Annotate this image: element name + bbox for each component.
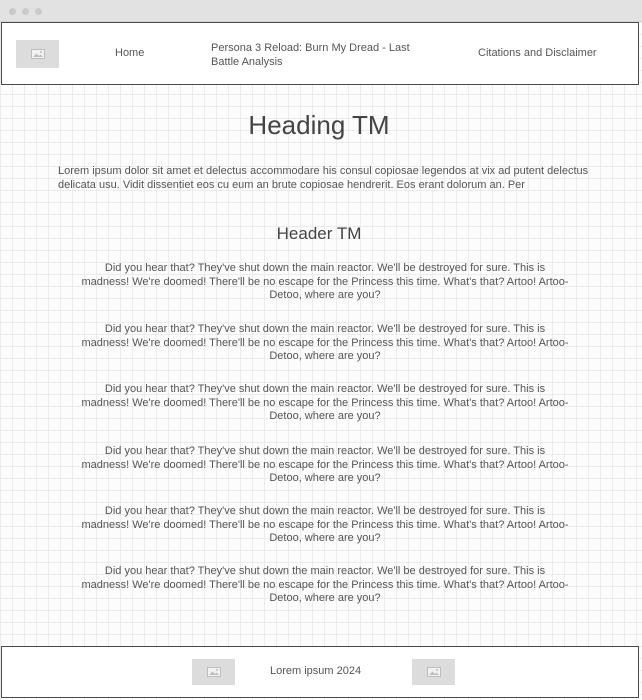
window-titlebar (0, 0, 642, 22)
image-placeholder-icon-glyph (30, 49, 45, 59)
body-paragraph: Did you hear that? They've shut down the… (81, 323, 569, 362)
body-paragraph: Did you hear that? They've shut down the… (81, 383, 569, 422)
nav-home-link[interactable]: Home (115, 47, 144, 59)
window-dot (9, 8, 16, 15)
nav-citations-link[interactable]: Citations and Disclaimer (478, 47, 597, 59)
body-paragraph: Did you hear that? They've shut down the… (81, 445, 569, 484)
nav-title-link[interactable]: Persona 3 Reload: Burn My Dread - Last B… (211, 41, 426, 69)
body-paragraph: Did you hear that? They've shut down the… (81, 505, 569, 544)
page-heading: Heading TM (248, 110, 390, 140)
intro-paragraph: Lorem ipsum dolor sit amet et delectus a… (58, 165, 589, 191)
site-footer: Lorem ipsum 2024 (1, 646, 639, 698)
window-dot (22, 8, 29, 15)
page-canvas: Home Persona 3 Reload: Burn My Dread - L… (0, 22, 642, 700)
image-placeholder-icon-glyph (206, 667, 221, 677)
footer-copyright: Lorem ipsum 2024 (270, 665, 362, 677)
image-placeholder-icon[interactable] (192, 659, 235, 685)
body-paragraph: Did you hear that? They've shut down the… (81, 262, 569, 301)
image-placeholder-icon[interactable] (16, 40, 59, 68)
image-placeholder-icon[interactable] (412, 659, 455, 685)
section-header: Header TM (276, 224, 362, 243)
site-header: Home Persona 3 Reload: Burn My Dread - L… (1, 22, 639, 85)
window-dot (35, 8, 42, 15)
image-placeholder-icon-glyph (426, 667, 441, 677)
body-paragraph: Did you hear that? They've shut down the… (81, 565, 569, 604)
